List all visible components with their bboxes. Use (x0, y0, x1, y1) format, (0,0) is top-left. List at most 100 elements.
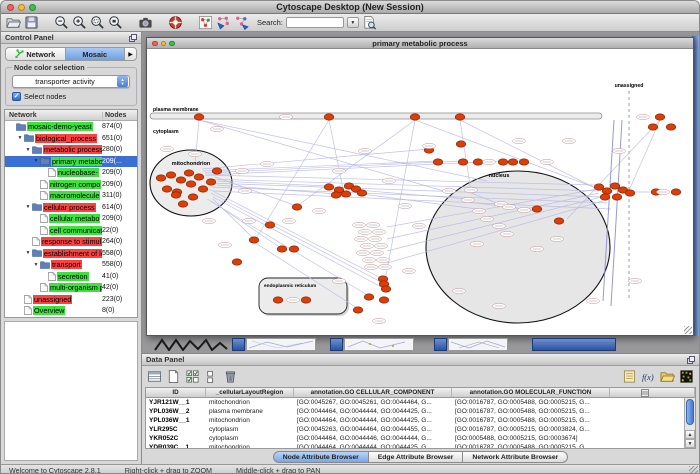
graph-node[interactable] (594, 184, 604, 190)
float-panel-icon[interactable] (687, 356, 695, 364)
graph-node[interactable] (532, 206, 542, 212)
zoom-button[interactable] (29, 4, 36, 11)
background-window-titlebar[interactable] (330, 338, 343, 351)
tab-edge-attribute-browser[interactable]: Edge Attribute Browser (369, 451, 464, 463)
attribute-table-icon[interactable] (147, 369, 162, 384)
advanced-search-icon[interactable] (362, 15, 377, 30)
graph-node[interactable] (171, 192, 181, 198)
birds-eye-view-panel[interactable] (4, 321, 138, 461)
scroll-up-icon[interactable]: ▲ (685, 430, 695, 439)
graph-node[interactable] (324, 114, 334, 120)
node-color-dropdown[interactable]: transporter activity ▲▼ (12, 75, 130, 88)
attribute-notes-icon[interactable] (622, 369, 637, 384)
zoom-out-icon[interactable] (54, 15, 69, 30)
app-resize-grip[interactable] (689, 466, 698, 474)
background-window-titlebar[interactable] (434, 338, 447, 351)
search-input[interactable] (286, 17, 344, 28)
graph-node[interactable] (166, 172, 176, 178)
background-window-thumbnail[interactable] (448, 338, 508, 351)
zoom-selected-icon[interactable] (90, 15, 105, 30)
network-palette-icon[interactable] (198, 15, 213, 30)
zoom-fit-icon[interactable] (108, 15, 123, 30)
graph-node[interactable] (341, 191, 351, 197)
view-zoom-button[interactable] (169, 41, 175, 47)
tree-row[interactable]: ▼cellular process614(0) (5, 202, 137, 214)
background-window-titlebar[interactable] (232, 338, 245, 351)
graph-node[interactable] (473, 159, 483, 165)
graph-node[interactable] (433, 159, 443, 165)
tree-row[interactable]: ▼establishment of lo558(0) (5, 248, 137, 260)
graph-node[interactable] (519, 159, 529, 165)
background-network-thumbnail[interactable] (154, 338, 228, 351)
column-header[interactable]: annotation.GO CELLULAR_COMPONENT (294, 388, 452, 397)
graph-node[interactable] (455, 114, 465, 120)
graph-node[interactable] (625, 190, 635, 196)
graph-node[interactable] (410, 114, 420, 120)
tab-network[interactable]: Network (5, 47, 65, 61)
table-row[interactable]: YPL036W__1mitochondrion[GO:0044464, GO:0… (146, 416, 695, 425)
graph-node[interactable] (273, 297, 283, 303)
graph-node[interactable] (324, 184, 334, 190)
graph-node[interactable] (357, 190, 367, 196)
tree-row[interactable]: ▼primary metabo209(... (5, 156, 137, 168)
expand-arrow-icon[interactable]: ▼ (24, 204, 32, 210)
graph-node[interactable] (610, 183, 620, 189)
graph-node[interactable] (198, 186, 208, 192)
attribute-matrix-icon[interactable] (679, 369, 694, 384)
graph-node[interactable] (600, 194, 610, 200)
graph-node[interactable] (156, 175, 166, 181)
table-row[interactable]: YJR121W__1mitochondrion[GO:0045267, GO:0… (146, 398, 695, 407)
table-scrollbar[interactable]: ▲ ▼ (684, 398, 695, 448)
tree-row[interactable]: mosaic-demo-yeast874(0) (5, 121, 137, 133)
column-header[interactable]: ID (146, 388, 206, 397)
expand-arrow-icon[interactable]: ▼ (24, 147, 32, 153)
expand-arrow-icon[interactable]: ▼ (16, 135, 24, 141)
graph-node[interactable] (178, 201, 188, 207)
scrollbar-thumb[interactable] (686, 399, 694, 425)
tree-row[interactable]: Overview8(0) (5, 305, 137, 317)
tree-row[interactable]: response to stimul264(0) (5, 236, 137, 248)
scroll-down-icon[interactable]: ▼ (685, 439, 695, 448)
graph-node[interactable] (277, 246, 287, 252)
select-nodes-checkbox[interactable]: ✓ (12, 92, 21, 101)
graph-node[interactable] (212, 168, 222, 174)
column-header[interactable]: annotation.GO MOLECULAR_FUNCTION (452, 388, 610, 397)
graph-node[interactable] (162, 186, 172, 192)
table-row[interactable]: YLR295Ccytoplasm[GO:0045263, GO:0044464,… (146, 425, 695, 434)
tree-row[interactable]: ▼biological_process651(0) (5, 133, 137, 145)
link-network-view-icon[interactable] (234, 15, 249, 30)
function-builder-icon[interactable]: f(x) (641, 369, 656, 384)
tree-row[interactable]: unassigned223(0) (5, 294, 137, 306)
background-window-thumbnail[interactable] (246, 338, 316, 351)
graph-node[interactable] (194, 174, 204, 180)
graph-node[interactable] (353, 307, 363, 313)
tree-row[interactable]: cellular metabo209(0) (5, 213, 137, 225)
tree-row[interactable]: ▼transport558(0) (5, 259, 137, 271)
table-row[interactable]: YDR039C__1mitochondrion[GO:0044464, GO:0… (146, 443, 695, 449)
expand-arrow-icon[interactable]: ▼ (32, 158, 40, 164)
save-session-icon[interactable] (24, 15, 39, 30)
tree-row[interactable]: ▼metabolic process280(0) (5, 144, 137, 156)
import-attributes-icon[interactable] (660, 369, 675, 384)
tree-row[interactable]: nitrogen compo209(0) (5, 179, 137, 191)
tree-row[interactable]: macromolecule311(0) (5, 190, 137, 202)
help-icon[interactable] (168, 15, 183, 30)
graph-node[interactable] (331, 192, 341, 198)
graph-node[interactable] (648, 124, 658, 130)
graph-node[interactable] (364, 294, 374, 300)
view-close-button[interactable] (152, 41, 158, 47)
graph-node[interactable] (379, 297, 389, 303)
table-row[interactable]: YKR052Ccytoplasm[GO:0044464, GO:0044446,… (146, 434, 695, 443)
close-button[interactable] (7, 4, 14, 11)
graph-node[interactable] (186, 181, 196, 187)
expand-arrow-icon[interactable]: ▼ (24, 250, 32, 256)
graph-node[interactable] (458, 159, 468, 165)
tree-row[interactable]: multi-organism pro42(0) (5, 282, 137, 294)
table-row[interactable]: YPL036W__2plasma membrane[GO:0044464, GO… (146, 407, 695, 416)
unselect-attributes-icon[interactable] (204, 369, 219, 384)
tree-row[interactable]: secretion41(0) (5, 271, 137, 283)
column-header[interactable]: _cellularLayoutRegion (206, 388, 294, 397)
graph-node[interactable] (176, 177, 186, 183)
graph-node[interactable] (301, 297, 311, 303)
graph-node[interactable] (265, 222, 275, 228)
